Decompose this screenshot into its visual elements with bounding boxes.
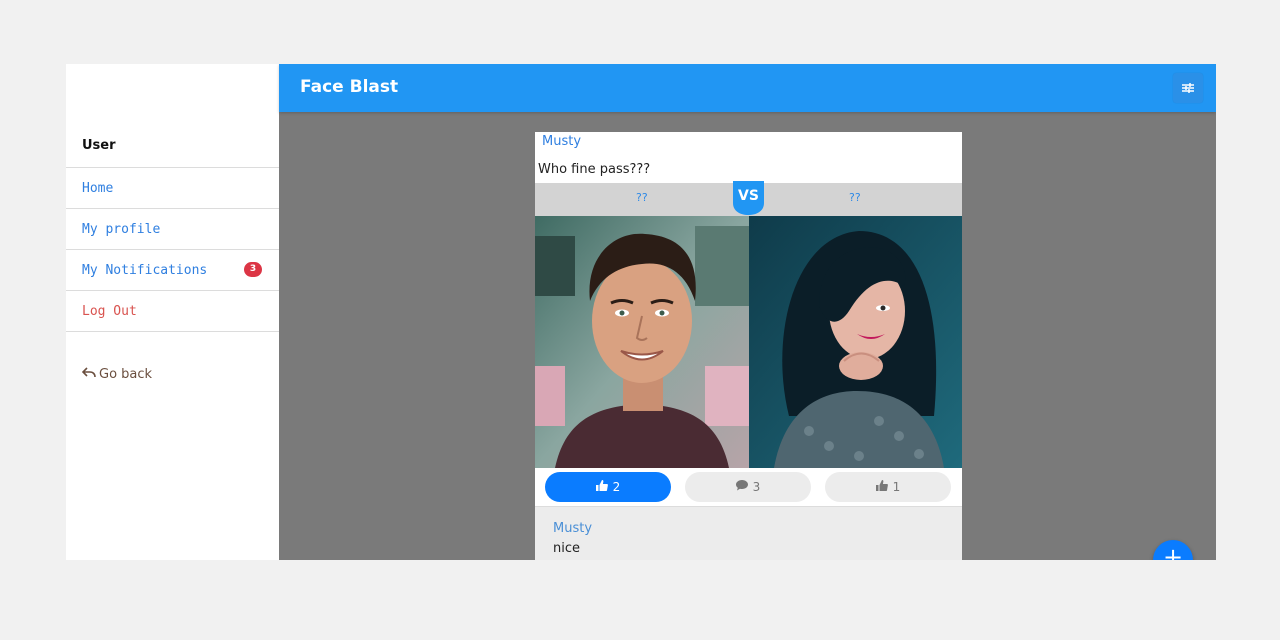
like-right-count: 1 <box>892 480 901 494</box>
app-window: User Home My profile My Notifications 3 … <box>66 64 1216 560</box>
sidebar-item-log-out[interactable]: Log Out <box>66 291 279 332</box>
sidebar-item-label: My Notifications <box>82 262 208 278</box>
post-question: Who fine pass??? <box>538 162 651 177</box>
right-contestant-photo[interactable] <box>749 216 962 468</box>
comment-icon <box>735 480 748 494</box>
sidebar-item-label: Log Out <box>82 303 137 319</box>
go-back-label: Go back <box>99 367 153 382</box>
post-card: Musty Who fine pass??? ?? ?? VS 2 3 1 Mu… <box>535 132 962 560</box>
comment-text: nice <box>553 541 580 556</box>
sidebar-item-label: My profile <box>82 221 161 237</box>
comment-author-link[interactable]: Musty <box>553 521 592 536</box>
top-app-bar: Face Blast <box>279 64 1216 112</box>
go-back-link[interactable]: Go back <box>81 367 153 382</box>
like-left-button[interactable]: 2 <box>545 472 671 502</box>
vs-label: VS <box>738 188 759 204</box>
thumbs-up-icon <box>875 480 888 494</box>
thumbs-up-icon <box>595 480 608 494</box>
sidebar-item-label: Home <box>82 180 114 196</box>
sidebar-item-my-profile[interactable]: My profile <box>66 209 279 250</box>
comment-item: Musty nice <box>535 506 962 560</box>
post-actions: 2 3 1 <box>535 468 962 506</box>
app-title: Face Blast <box>300 77 399 97</box>
left-contestant-photo[interactable] <box>535 216 749 468</box>
sidebar-heading: User <box>82 138 116 153</box>
undo-arrow-icon <box>81 367 96 382</box>
comment-count: 3 <box>752 480 761 494</box>
sidebar: User Home My profile My Notifications 3 … <box>66 64 279 560</box>
like-right-button[interactable]: 1 <box>825 472 951 502</box>
like-left-count: 2 <box>612 480 621 494</box>
filter-button[interactable] <box>1173 73 1203 103</box>
sliders-icon <box>1181 79 1195 98</box>
sidebar-menu: Home My profile My Notifications 3 Log O… <box>66 167 279 332</box>
plus-icon: + <box>1162 543 1184 560</box>
vs-badge: VS <box>733 181 764 215</box>
sidebar-item-home[interactable]: Home <box>66 168 279 209</box>
comments-button[interactable]: 3 <box>685 472 811 502</box>
add-post-fab[interactable]: + <box>1153 540 1193 560</box>
vs-bar: ?? ?? VS <box>535 181 962 216</box>
right-contestant-label[interactable]: ?? <box>849 191 861 204</box>
post-author-link[interactable]: Musty <box>542 134 581 149</box>
left-contestant-label[interactable]: ?? <box>636 191 648 204</box>
notification-count-badge: 3 <box>244 262 262 277</box>
sidebar-item-my-notifications[interactable]: My Notifications 3 <box>66 250 279 291</box>
